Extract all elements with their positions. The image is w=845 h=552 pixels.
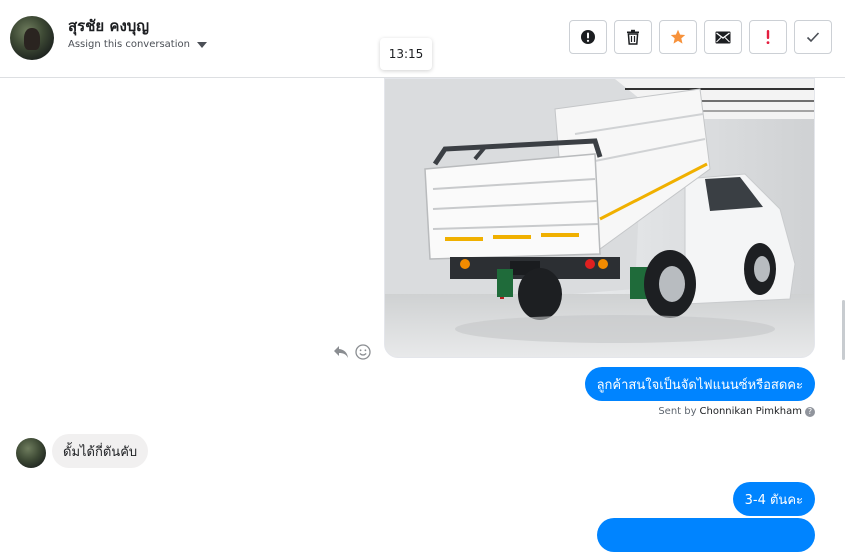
- assign-label: Assign this conversation: [68, 39, 190, 50]
- checkmark-icon: [806, 32, 820, 43]
- conversation-toolbar: [569, 20, 832, 54]
- assign-conversation-dropdown[interactable]: Assign this conversation: [68, 39, 207, 50]
- message-actions: [333, 344, 371, 360]
- smiley-icon[interactable]: [355, 344, 371, 360]
- reply-icon[interactable]: [333, 345, 349, 359]
- outgoing-message-bubble-3[interactable]: [597, 518, 815, 552]
- sent-by-note: Sent by Chonnikan Pimkham ?: [658, 406, 815, 417]
- mark-spam-button[interactable]: [569, 20, 607, 54]
- incoming-message-bubble[interactable]: ดั้มได้กี่ตันคับ: [52, 434, 149, 468]
- mark-done-button[interactable]: [794, 20, 832, 54]
- exclamation-circle-icon: [581, 30, 595, 44]
- sent-by-prefix: Sent by: [658, 406, 697, 417]
- message-photo-truck[interactable]: [384, 78, 815, 358]
- truck-photo-image: [385, 79, 814, 357]
- contact-avatar-small[interactable]: [16, 438, 46, 468]
- contact-name[interactable]: สุรชัย คงบุญ: [68, 14, 149, 38]
- trash-icon: [627, 29, 639, 45]
- outgoing-message-bubble[interactable]: ลูกค้าสนใจเป็นจัดไฟแนนซ์หรือสดคะ: [584, 367, 815, 401]
- contact-avatar[interactable]: [10, 16, 54, 60]
- caret-down-icon: [196, 41, 207, 48]
- help-icon[interactable]: ?: [805, 406, 815, 417]
- envelope-icon: [715, 31, 731, 43]
- mark-unread-button[interactable]: [704, 20, 742, 54]
- outgoing-message-bubble-2[interactable]: 3-4 ตันคะ: [732, 482, 815, 516]
- sent-by-name[interactable]: Chonnikan Pimkham: [700, 406, 802, 417]
- star-icon: [670, 29, 686, 44]
- follow-up-button[interactable]: [749, 20, 787, 54]
- exclamation-icon: [766, 30, 770, 44]
- timestamp-tooltip: 13:15: [380, 38, 432, 70]
- delete-button[interactable]: [614, 20, 652, 54]
- star-button[interactable]: [659, 20, 697, 54]
